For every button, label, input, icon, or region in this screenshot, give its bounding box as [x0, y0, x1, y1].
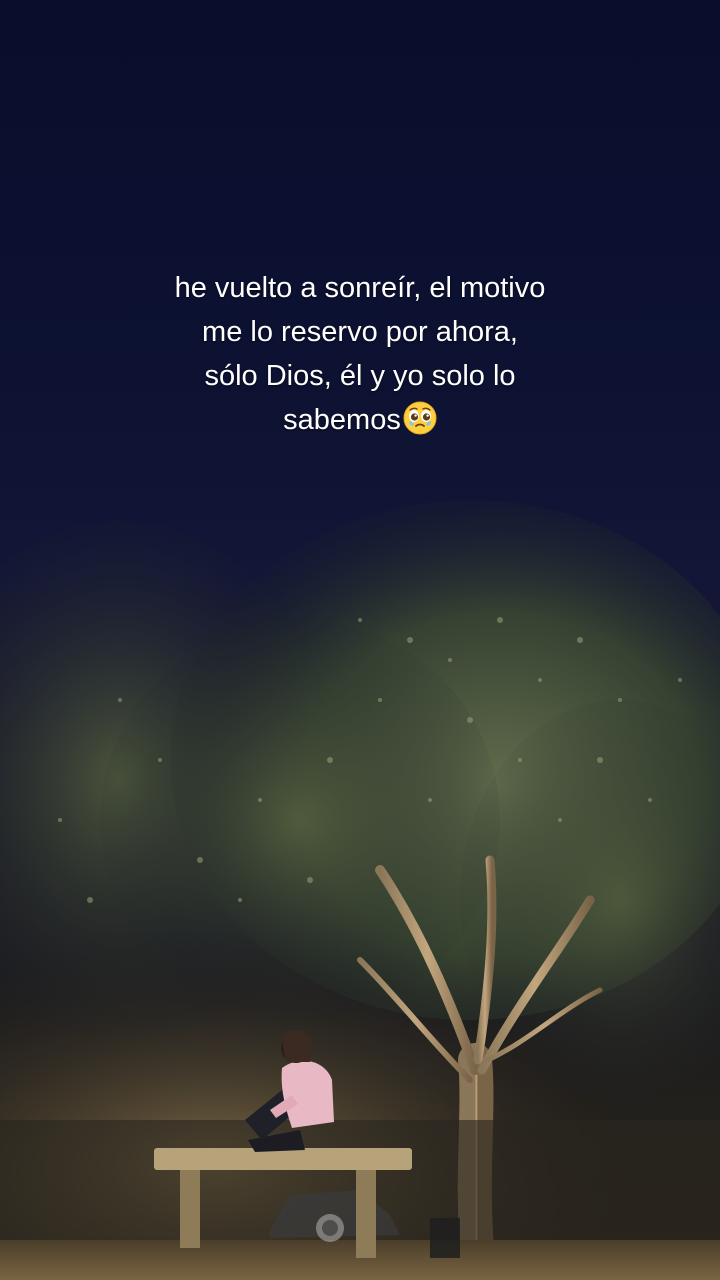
caption-line-1: he vuelto a sonreír, el motivo	[174, 272, 546, 304]
caption-line-3: sólo Dios, él y yo solo lo	[204, 360, 516, 392]
caption-line-4: sabemos	[110, 398, 610, 448]
middle-tree-canopy	[100, 620, 500, 1020]
pleading-face-emoji-icon	[403, 401, 437, 448]
video-frame: he vuelto a sonreír, el motivo me lo res…	[0, 0, 720, 1280]
caption-overlay: he vuelto a sonreír, el motivo me lo res…	[110, 266, 610, 448]
caption-line-2: me lo reservo por ahora,	[202, 316, 518, 348]
caption-line-4-text: sabemos	[283, 404, 401, 436]
night-park-scene	[0, 500, 720, 1280]
trash-bin	[430, 1218, 460, 1258]
